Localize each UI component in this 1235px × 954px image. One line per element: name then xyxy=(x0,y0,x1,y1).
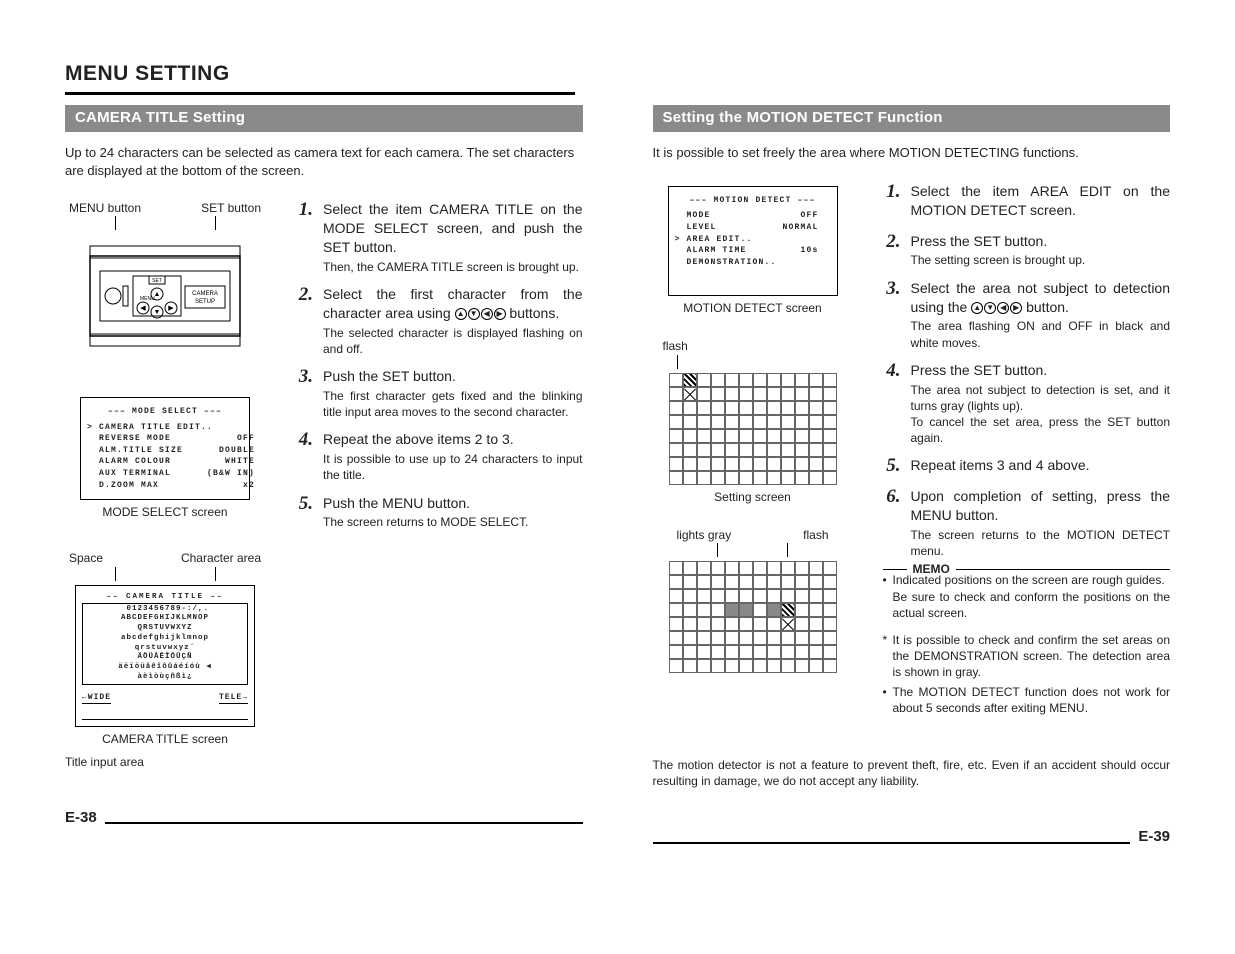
disclaimer: The motion detector is not a feature to … xyxy=(653,757,1171,789)
step: 6. Upon completion of setting, press the … xyxy=(883,487,1171,559)
arrow-icon: ▶ xyxy=(494,308,506,320)
step: 4. Repeat the above items 2 to 3. It is po… xyxy=(295,430,583,483)
setting-caption: Setting screen xyxy=(653,489,853,505)
step: 3. Push the SET button. The first characte… xyxy=(295,367,583,420)
step-main: Select the item CAMERA TITLE on the MODE… xyxy=(323,200,583,257)
device-diagram: CAMERA SETUP SET MENU ◀ ▶ ▲ ▼ xyxy=(85,236,245,356)
step-sub: The first character gets fixed and the b… xyxy=(323,388,583,420)
menu-button-label: MENU button xyxy=(69,200,141,216)
svg-text:SET: SET xyxy=(152,278,162,284)
step-number: 6. xyxy=(883,487,901,506)
right-column: Setting the MOTION DETECT Function It is… xyxy=(653,105,1171,847)
step-sub: Then, the CAMERA TITLE screen is brought… xyxy=(323,259,583,275)
step-main: Upon completion of setting, press the ME… xyxy=(911,487,1171,525)
svg-text:▼: ▼ xyxy=(154,309,161,316)
step-main: Repeat the above items 2 to 3. xyxy=(323,430,583,449)
mode-select-osd: ––– MODE SELECT –––> CAMERA TITLE EDIT..… xyxy=(80,397,250,500)
svg-text:▲: ▲ xyxy=(154,291,161,298)
nav-tele: TELE→ xyxy=(219,693,248,705)
arrow-icon: ◀ xyxy=(997,302,1009,314)
step-number: 1. xyxy=(883,182,901,201)
setting-grid-2 xyxy=(669,561,837,673)
memo-item: Indicated positions on the screen are ro… xyxy=(883,572,1171,621)
step-number: 5. xyxy=(883,456,901,475)
step-main: Push the MENU button. xyxy=(323,494,583,513)
step-main: Select the first character from the char… xyxy=(323,285,583,323)
title-input-label: Title input area xyxy=(65,754,265,770)
space-label: Space xyxy=(69,550,103,566)
nav-wide: ←WIDE xyxy=(82,693,111,705)
setting-grid-1 xyxy=(669,373,837,485)
step-number: 5. xyxy=(295,494,313,513)
flash-label-1: flash xyxy=(663,339,688,353)
step: 2. Select the first character from the ch… xyxy=(295,285,583,357)
left-steps: 1. Select the item CAMERA TITLE on the MO… xyxy=(295,200,583,531)
arrow-icon: ▼ xyxy=(468,308,480,320)
section-bar-right: Setting the MOTION DETECT Function xyxy=(653,105,1171,131)
arrow-icon: ▼ xyxy=(984,302,996,314)
step: 3. Select the area not subject to detecti… xyxy=(883,279,1171,351)
step-main: Press the SET button. xyxy=(911,361,1171,380)
page-title: MENU SETTING xyxy=(65,60,1170,88)
motion-detect-caption: MOTION DETECT screen xyxy=(653,300,853,316)
char-area-label: Character area xyxy=(181,550,261,566)
step-sub: The setting screen is brought up. xyxy=(911,252,1171,268)
step-number: 1. xyxy=(295,200,313,219)
svg-text:CAMERA: CAMERA xyxy=(192,291,218,297)
step-number: 3. xyxy=(295,367,313,386)
step: 4. Press the SET button. The area not subj… xyxy=(883,361,1171,447)
gray-label: lights gray xyxy=(677,527,732,543)
mode-select-caption: MODE SELECT screen xyxy=(65,504,265,520)
step-main: Press the SET button. xyxy=(911,232,1171,251)
page-no-right: E-39 xyxy=(1138,827,1170,847)
step-sub: The area flashing ON and OFF in black an… xyxy=(911,318,1171,350)
right-steps: 1. Select the item AREA EDIT on the MOTIO… xyxy=(883,182,1171,560)
camera-title-caption: CAMERA TITLE screen xyxy=(65,731,265,747)
footer-left: E-38 xyxy=(65,808,583,828)
section-bar-left: CAMERA TITLE Setting xyxy=(65,105,583,131)
camera-title-osd: –– CAMERA TITLE –– 0123456789-:/,. ABCDE… xyxy=(75,585,255,728)
arrow-icons: ▲▼◀▶ xyxy=(971,302,1022,314)
motion-detect-osd: ––– MOTION DETECT ––– MODE OFF LEVEL NOR… xyxy=(668,186,838,296)
step: 1. Select the item AREA EDIT on the MOTIO… xyxy=(883,182,1171,222)
arrow-icon: ▲ xyxy=(455,308,467,320)
step-main: Select the area not subject to detection… xyxy=(911,279,1171,317)
step-number: 2. xyxy=(883,232,901,251)
step-sub: It is possible to use up to 24 character… xyxy=(323,451,583,483)
step-main: Push the SET button. xyxy=(323,367,583,386)
step-number: 4. xyxy=(883,361,901,380)
svg-text:▶: ▶ xyxy=(168,305,174,312)
osd-row: > CAMERA TITLE EDIT.. REVERSE MODE OFF A… xyxy=(87,423,255,490)
step: 2. Press the SET button.The setting scree… xyxy=(883,232,1171,269)
step: 1. Select the item CAMERA TITLE on the MO… xyxy=(295,200,583,275)
set-button-label: SET button xyxy=(201,200,261,216)
step-sub: The selected character is displayed flas… xyxy=(323,325,583,357)
step: 5. Push the MENU button.The screen return… xyxy=(295,494,583,531)
left-column: CAMERA TITLE Setting Up to 24 characters… xyxy=(65,105,583,847)
memo-item: It is possible to check and confirm the … xyxy=(883,632,1171,681)
memo-box: MEMO Indicated positions on the screen a… xyxy=(883,569,1171,716)
arrow-icons: ▲▼◀▶ xyxy=(455,308,506,320)
step: 5. Repeat items 3 and 4 above. xyxy=(883,456,1171,477)
step-main: Select the item AREA EDIT on the MOTION … xyxy=(911,182,1171,220)
arrow-icon: ▲ xyxy=(971,302,983,314)
footer-right: E-39 xyxy=(653,827,1171,847)
flash-label-2: flash xyxy=(803,527,828,543)
svg-text:SETUP: SETUP xyxy=(195,299,215,305)
title-rule xyxy=(65,92,575,95)
left-intro: Up to 24 characters can be selected as c… xyxy=(65,144,583,180)
step-number: 3. xyxy=(883,279,901,298)
step-sub: The screen returns to MODE SELECT. xyxy=(323,514,583,530)
step-number: 4. xyxy=(295,430,313,449)
svg-text:◀: ◀ xyxy=(140,305,146,312)
memo-item: The MOTION DETECT function does not work… xyxy=(883,684,1171,716)
right-intro: It is possible to set freely the area wh… xyxy=(653,144,1171,162)
arrow-icon: ◀ xyxy=(481,308,493,320)
step-main: Repeat items 3 and 4 above. xyxy=(911,456,1171,475)
arrow-icon: ▶ xyxy=(1010,302,1022,314)
step-sub: The screen returns to the MOTION DETECT … xyxy=(911,527,1171,559)
page-no-left: E-38 xyxy=(65,808,97,828)
step-sub: The area not subject to detection is set… xyxy=(911,382,1171,447)
step-number: 2. xyxy=(295,285,313,304)
